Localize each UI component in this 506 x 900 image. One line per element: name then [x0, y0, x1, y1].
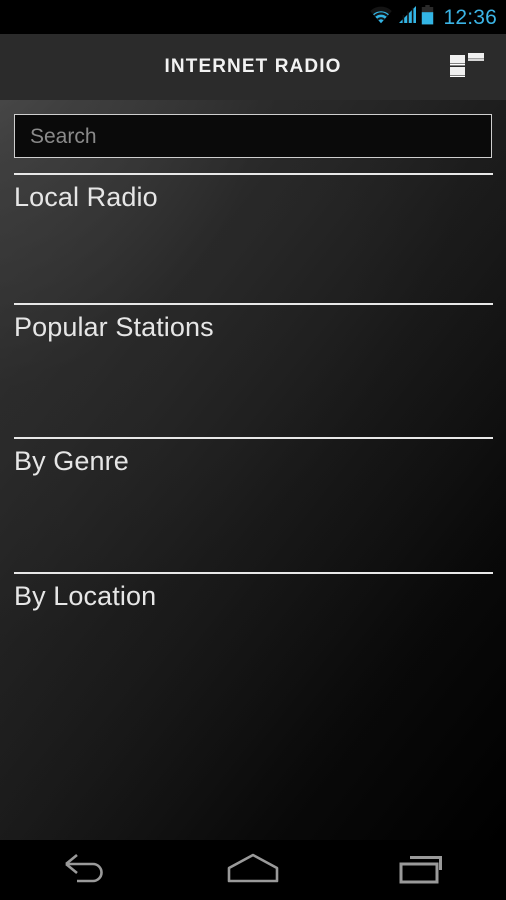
- nav-back-button[interactable]: [29, 840, 139, 900]
- status-icon-group: [369, 4, 434, 30]
- battery-icon: [421, 4, 434, 30]
- search-placeholder-text: Search: [30, 124, 97, 148]
- recents-icon: [398, 852, 446, 889]
- content-area: Search Local Radio Popular Stations By G…: [0, 100, 506, 840]
- system-navigation-bar: [0, 840, 506, 900]
- home-icon: [225, 852, 281, 889]
- list-item-label: Local Radio: [14, 182, 158, 212]
- wifi-icon: [369, 5, 393, 29]
- phone-screen: 12:36 INTERNET RADIO Search Local Radio …: [0, 0, 506, 900]
- back-icon: [60, 852, 108, 889]
- row-divider: [14, 303, 493, 305]
- status-bar: 12:36: [0, 0, 506, 34]
- cellular-signal-icon: [397, 5, 417, 29]
- status-bar-clock: 12:36: [443, 5, 497, 29]
- row-divider: [14, 572, 493, 574]
- list-item-local-radio[interactable]: Local Radio: [0, 173, 506, 306]
- list-item-by-genre[interactable]: By Genre: [0, 437, 506, 570]
- list-layout-icon: [450, 52, 484, 82]
- action-bar: INTERNET RADIO: [0, 34, 506, 100]
- list-item-popular-stations[interactable]: Popular Stations: [0, 303, 506, 436]
- list-item-label: Popular Stations: [14, 312, 214, 342]
- list-item-by-location[interactable]: By Location: [0, 572, 506, 705]
- page-title: INTERNET RADIO: [164, 56, 342, 77]
- nav-home-button[interactable]: [198, 840, 308, 900]
- list-item-label: By Location: [14, 581, 157, 611]
- list-layout-toggle-button[interactable]: [444, 47, 490, 87]
- nav-recents-button[interactable]: [367, 840, 477, 900]
- list-item-label: By Genre: [14, 446, 129, 476]
- row-divider: [14, 437, 493, 439]
- row-divider: [14, 173, 493, 175]
- search-input[interactable]: Search: [14, 114, 492, 158]
